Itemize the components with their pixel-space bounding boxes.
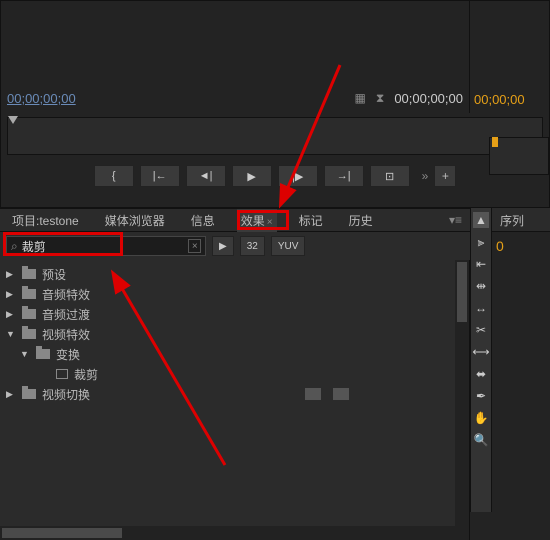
tree-crop[interactable]: 裁剪 [0, 364, 469, 384]
add-button[interactable]: + [434, 165, 456, 187]
tree-audio-fx[interactable]: ▶音频特效 [0, 284, 469, 304]
step-forward-button[interactable]: |▶ [278, 165, 318, 187]
timeline-panel: 序列 0 [492, 208, 550, 512]
tab-media-browser[interactable]: 媒体浏览器 [101, 209, 169, 232]
hand-tool[interactable]: ✋ [473, 410, 489, 426]
tree-audio-trans[interactable]: ▶音频过渡 [0, 304, 469, 324]
folder-icon [22, 289, 36, 299]
timecode-out: 00;00;00;00 [394, 91, 463, 106]
audio-only-icon[interactable]: ⧗ [376, 91, 384, 106]
tree-transform[interactable]: ▼变换 [0, 344, 469, 364]
step-back-button[interactable]: ◄| [186, 165, 226, 187]
tab-project[interactable]: 项目:testone [8, 209, 83, 232]
play-button[interactable]: ▶ [232, 165, 272, 187]
scrub-bar[interactable] [7, 117, 543, 155]
insert-button[interactable]: ⊡ [370, 165, 410, 187]
pen-tool[interactable]: ✒ [473, 388, 489, 404]
folder-icon [22, 329, 36, 339]
track-select-tool[interactable]: ⫸ [473, 234, 489, 250]
tree-presets[interactable]: ▶预设 [0, 264, 469, 284]
effect-icon [56, 369, 68, 379]
tab-sequence[interactable]: 序列 [492, 208, 550, 232]
rolling-edit-tool[interactable]: ⇹ [473, 278, 489, 294]
mark-in-button[interactable]: { [94, 165, 134, 187]
tab-info[interactable]: 信息 [187, 209, 219, 232]
selection-tool[interactable]: ▲ [473, 212, 489, 228]
tree-label: 音频特效 [42, 286, 90, 303]
folder-icon [22, 309, 36, 319]
panel-tabs: 项目:testone 媒体浏览器 信息 效果× 标记 历史 ▾≡ [0, 208, 470, 232]
panel-menu-icon[interactable]: ▾≡ [449, 213, 462, 227]
search-field-wrap: ⌕ × [6, 236, 206, 256]
search-icon: ⌕ [11, 239, 18, 254]
vertical-scrollbar[interactable] [455, 260, 469, 540]
effect-badges [305, 388, 349, 400]
video-only-icon[interactable]: ▦ [355, 91, 366, 105]
folder-icon [22, 269, 36, 279]
clear-search-button[interactable]: × [188, 239, 201, 253]
scroll-thumb[interactable] [457, 262, 467, 322]
slide-tool[interactable]: ⬌ [473, 366, 489, 382]
tab-effects[interactable]: 效果× [237, 209, 277, 232]
tool-palette: ▲ ⫸ ⇤ ⇹ ↔ ✂ ⟷ ⬌ ✒ ✋ 🔍 [470, 208, 492, 512]
timecode-sequence[interactable]: 00;00;00 [474, 92, 525, 107]
tree-label: 预设 [42, 266, 66, 283]
preview-right: 00;00;00 [469, 1, 549, 113]
razor-tool[interactable]: ✂ [473, 322, 489, 338]
32bit-filter-button[interactable]: 32 [240, 236, 265, 256]
go-to-out-button[interactable]: →| [324, 165, 364, 187]
close-icon[interactable]: × [267, 217, 273, 228]
search-input[interactable] [22, 239, 189, 253]
horizontal-scrollbar[interactable] [0, 526, 455, 540]
tab-history[interactable]: 历史 [345, 209, 377, 232]
timecode-in[interactable]: 00;00;00;00 [7, 91, 76, 106]
program-playhead[interactable] [492, 137, 498, 147]
effects-tree: ▶预设 ▶音频特效 ▶音频过渡 ▼视频特效 ▼变换 裁剪 ▶视频切换 [0, 260, 470, 540]
search-row: ⌕ × ▶ 32 YUV [0, 232, 470, 260]
ripple-edit-tool[interactable]: ⇤ [473, 256, 489, 272]
badge-icon [305, 388, 321, 400]
program-scrub[interactable] [489, 137, 549, 175]
yuv-filter-button[interactable]: YUV [271, 236, 306, 256]
playhead-icon[interactable] [8, 116, 18, 124]
tree-label: 视频切换 [42, 386, 90, 403]
badge-icon [333, 388, 349, 400]
preview-left: 00;00;00;00 ▦ ⧗ 00;00;00;00 [1, 1, 469, 113]
source-monitor: 00;00;00;00 ▦ ⧗ 00;00;00;00 00;00;00 { |… [0, 0, 550, 208]
tree-label: 裁剪 [74, 366, 98, 383]
zoom-tool[interactable]: 🔍 [473, 432, 489, 448]
tree-label: 变换 [56, 346, 80, 363]
mark-out-button[interactable]: |← [140, 165, 180, 187]
tab-markers[interactable]: 标记 [295, 209, 327, 232]
timeline-timecode[interactable]: 0 [492, 232, 550, 260]
rate-stretch-tool[interactable]: ↔ [473, 300, 489, 316]
scroll-thumb[interactable] [2, 528, 122, 538]
tree-label: 视频特效 [42, 326, 90, 343]
tree-video-fx[interactable]: ▼视频特效 [0, 324, 469, 344]
fx-filter-button[interactable]: ▶ [212, 236, 234, 256]
folder-icon [36, 349, 50, 359]
tree-label: 音频过渡 [42, 306, 90, 323]
slip-tool[interactable]: ⟷ [473, 344, 489, 360]
more-transport-icon[interactable]: » [422, 169, 429, 183]
transport-controls: { |← ◄| ▶ |▶ →| ⊡ » + [1, 165, 549, 187]
folder-icon [22, 389, 36, 399]
tree-video-trans[interactable]: ▶视频切换 [0, 384, 469, 404]
